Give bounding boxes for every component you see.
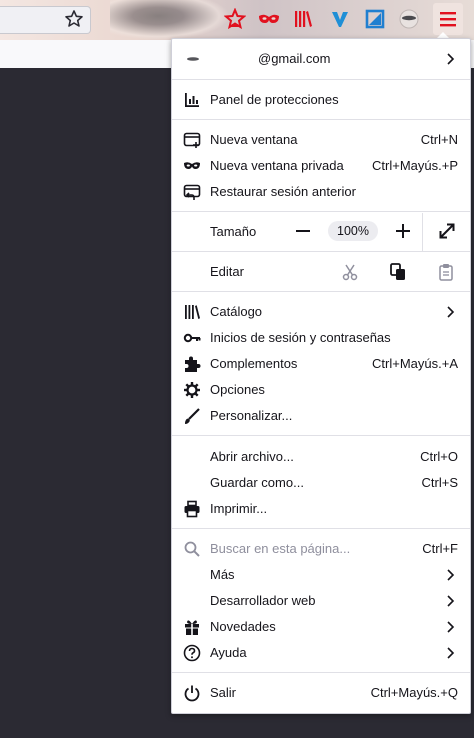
chevron-right-icon: [447, 569, 455, 581]
power-icon: [184, 685, 200, 702]
vpn-v-icon[interactable]: [329, 8, 351, 30]
addons-shortcut: Ctrl+Mayús.+A: [372, 356, 458, 371]
account-avatar-icon: [187, 57, 199, 61]
fullscreen-icon[interactable]: [436, 220, 458, 242]
chevron-right-icon: [447, 306, 455, 318]
more-item[interactable]: Más: [172, 562, 470, 588]
print-label: Imprimir...: [210, 501, 268, 516]
edit-controls: Editar: [172, 259, 470, 285]
open-file-label: Abrir archivo...: [210, 449, 294, 464]
chevron-right-icon: [447, 647, 455, 659]
new-private-window-label: Nueva ventana privada: [210, 158, 344, 173]
library-item[interactable]: Catálogo: [172, 299, 470, 325]
printer-icon: [184, 500, 200, 518]
whats-new-item[interactable]: Novedades: [172, 614, 470, 640]
customize-label: Personalizar...: [210, 408, 293, 423]
library-icon[interactable]: [292, 8, 314, 30]
key-icon: [183, 333, 201, 343]
search-icon: [184, 541, 200, 557]
edit-label: Editar: [210, 264, 244, 279]
bookmark-star-icon[interactable]: [64, 9, 84, 29]
private-mask-icon[interactable]: [258, 8, 280, 30]
options-label: Opciones: [210, 382, 265, 397]
addons-label: Complementos: [210, 356, 298, 371]
new-private-window-item[interactable]: Nueva ventana privada Ctrl+Mayús.+P: [172, 153, 470, 179]
chevron-right-icon: [447, 595, 455, 607]
new-window-shortcut: Ctrl+N: [420, 132, 458, 147]
save-as-item[interactable]: Guardar como... Ctrl+S: [172, 470, 470, 496]
more-label: Más: [210, 567, 235, 582]
web-developer-item[interactable]: Desarrollador web: [172, 588, 470, 614]
account-email: @gmail.com: [258, 51, 331, 66]
find-in-page-label: Buscar en esta página...: [210, 541, 351, 556]
new-window-icon: [183, 132, 201, 148]
options-item[interactable]: Opciones: [172, 377, 470, 403]
save-as-shortcut: Ctrl+S: [421, 475, 458, 490]
restore-session-icon: [183, 184, 201, 200]
bar-chart-icon: [185, 93, 199, 107]
open-file-shortcut: Ctrl+O: [420, 449, 458, 464]
library-icon: [185, 305, 200, 319]
save-as-label: Guardar como...: [210, 475, 304, 490]
zoom-controls: Tamaño 100%: [172, 213, 470, 251]
protections-label: Panel de protecciones: [210, 92, 339, 107]
open-file-item[interactable]: Abrir archivo... Ctrl+O: [172, 444, 470, 470]
account-item[interactable]: @gmail.com: [172, 46, 470, 72]
new-window-item[interactable]: Nueva ventana Ctrl+N: [172, 127, 470, 153]
private-mask-icon: [184, 162, 200, 169]
help-item[interactable]: Ayuda: [172, 640, 470, 666]
gear-icon: [184, 382, 200, 398]
find-in-page-item[interactable]: Buscar en esta página... Ctrl+F: [172, 536, 470, 562]
restore-session-item[interactable]: Restaurar sesión anterior: [172, 179, 470, 205]
chevron-right-icon: [447, 621, 455, 633]
find-in-page-shortcut: Ctrl+F: [422, 541, 458, 556]
zoom-in-icon[interactable]: [392, 220, 414, 242]
quit-shortcut: Ctrl+Mayús.+Q: [370, 685, 458, 700]
quit-item[interactable]: Salir Ctrl+Mayús.+Q: [172, 680, 470, 706]
puzzle-piece-icon: [185, 356, 201, 372]
logins-passwords-label: Inicios de sesión y contraseñas: [210, 330, 391, 345]
hamburger-menu-icon[interactable]: [437, 8, 459, 30]
paste-icon[interactable]: [436, 262, 456, 282]
library-label: Catálogo: [210, 304, 263, 319]
quit-label: Salir: [210, 685, 237, 700]
zoom-out-icon[interactable]: [292, 220, 314, 242]
zoom-label: Tamaño: [210, 224, 257, 239]
browser-toolbar: [0, 0, 474, 40]
addons-item[interactable]: Complementos Ctrl+Mayús.+A: [172, 351, 470, 377]
chevron-right-icon: [447, 53, 455, 65]
new-window-label: Nueva ventana: [210, 132, 298, 147]
whats-new-label: Novedades: [210, 619, 276, 634]
print-item[interactable]: Imprimir...: [172, 496, 470, 522]
new-private-window-shortcut: Ctrl+Mayús.+P: [372, 158, 458, 173]
pocket-star-icon[interactable]: [224, 8, 246, 30]
customize-item[interactable]: Personalizar...: [172, 403, 470, 429]
copy-icon[interactable]: [388, 262, 408, 282]
zoom-reset-button[interactable]: 100%: [328, 221, 378, 241]
container-square-icon[interactable]: [364, 8, 386, 30]
cut-icon[interactable]: [340, 262, 360, 282]
logins-passwords-item[interactable]: Inicios de sesión y contraseñas: [172, 325, 470, 351]
paintbrush-icon: [185, 408, 200, 424]
app-menu-panel: @gmail.com Panel de protecciones Nueva v…: [171, 38, 471, 714]
theme-background-art: [110, 0, 230, 40]
account-avatar-icon[interactable]: [398, 8, 420, 30]
help-question-icon: [183, 644, 201, 662]
help-label: Ayuda: [210, 645, 247, 660]
gift-icon: [185, 620, 199, 635]
protections-dashboard-item[interactable]: Panel de protecciones: [172, 87, 470, 113]
zoom-divider: [422, 213, 423, 251]
web-developer-label: Desarrollador web: [210, 593, 316, 608]
restore-session-label: Restaurar sesión anterior: [210, 184, 356, 199]
